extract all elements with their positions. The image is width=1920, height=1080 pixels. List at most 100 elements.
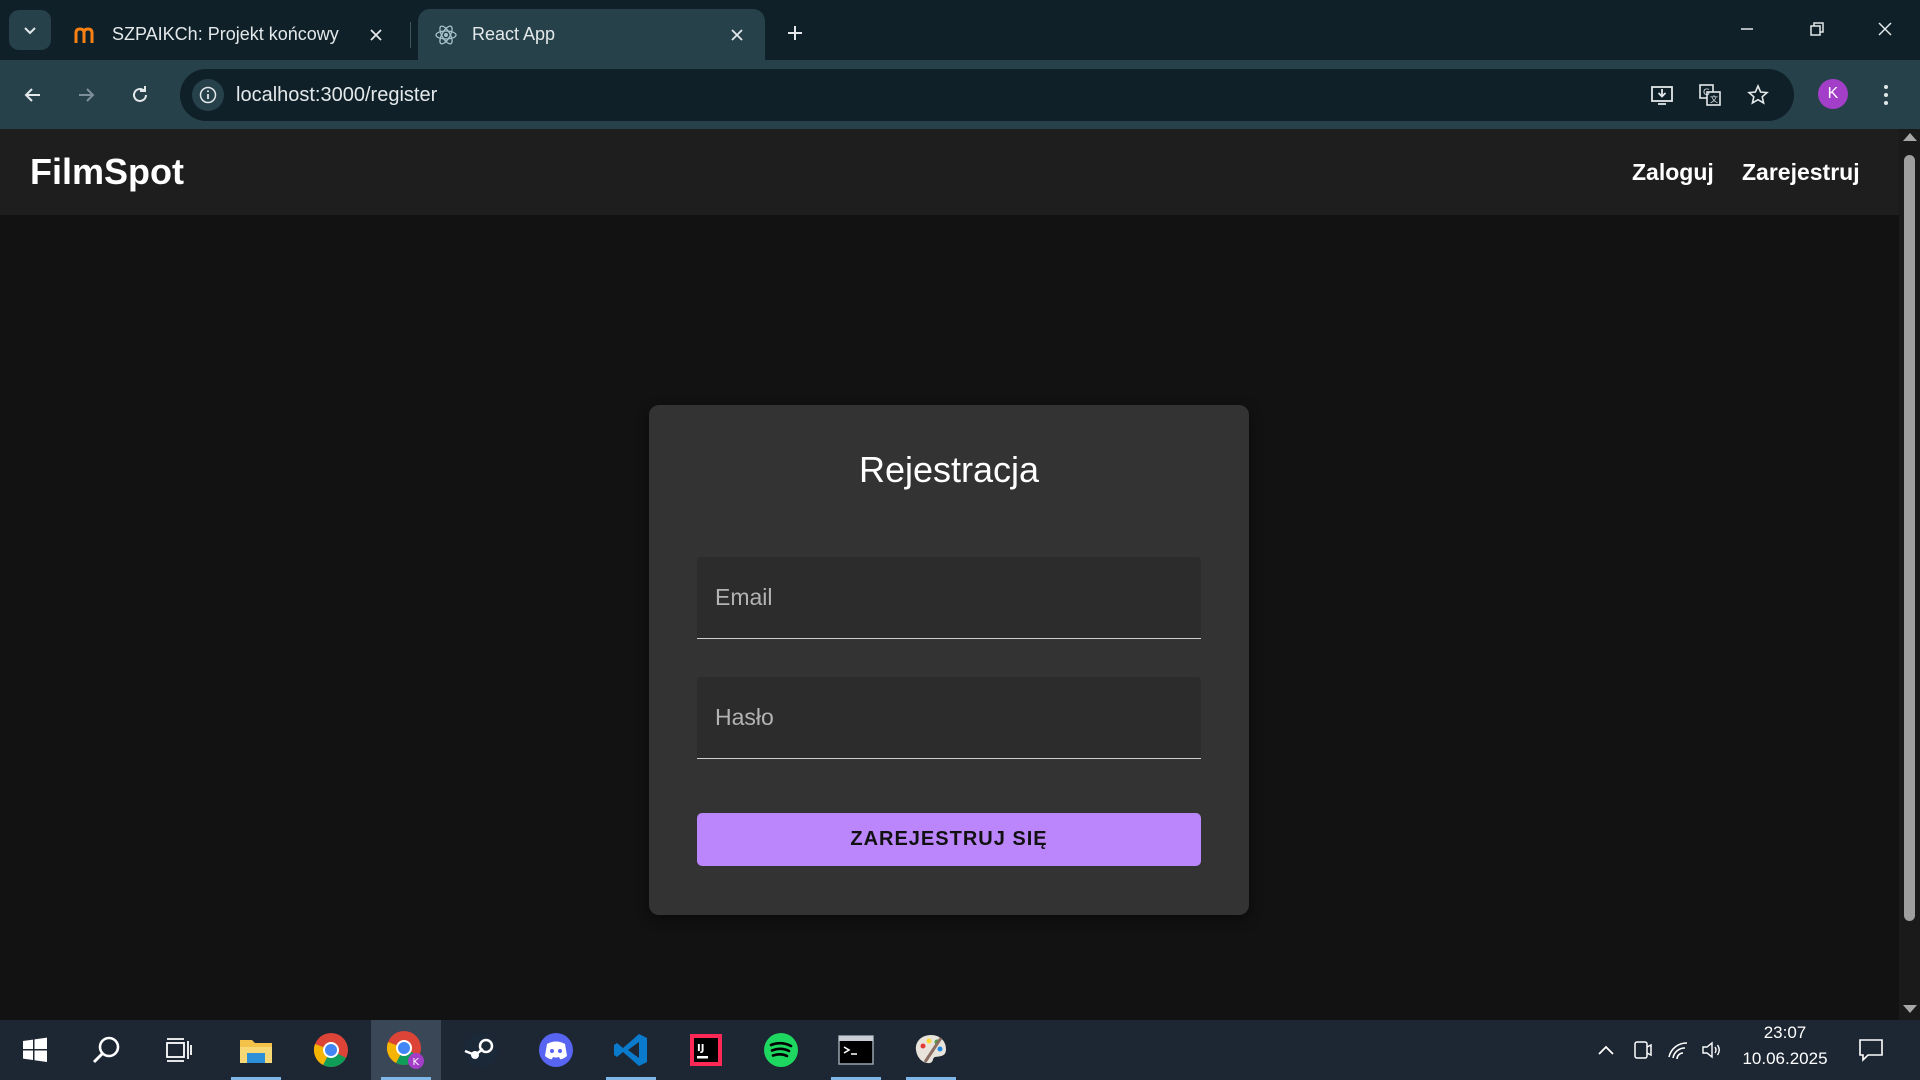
tab-title: React App: [472, 24, 556, 44]
paint-palette-icon: [913, 1032, 949, 1068]
tab-title: SZPAIKCh: Projekt końcowy: [112, 24, 339, 44]
nav-login-link[interactable]: Zaloguj: [1632, 129, 1714, 215]
scrollbar-thumb[interactable]: [1904, 155, 1915, 921]
intellij-icon: IJ: [689, 1033, 723, 1067]
register-submit-button[interactable]: ZAREJESTRUJ SIĘ: [697, 813, 1201, 866]
reload-icon: [130, 85, 150, 105]
notifications-button[interactable]: [1854, 1020, 1888, 1080]
bookmark-button[interactable]: [1742, 79, 1774, 111]
windows-taskbar: K IJ 23:07 10.06.2025: [0, 1020, 1920, 1080]
install-icon: [1650, 84, 1674, 106]
show-hidden-icons-button[interactable]: [1589, 1020, 1623, 1080]
terminal-app[interactable]: [821, 1020, 891, 1080]
clock-time: 23:07: [1763, 1023, 1807, 1042]
translate-button[interactable]: G文: [1694, 79, 1726, 111]
windows-logo-icon: [22, 1037, 48, 1063]
steam-icon: [463, 1032, 499, 1068]
info-icon: [199, 86, 217, 104]
steam-app[interactable]: [446, 1020, 516, 1080]
tab-divider: [410, 22, 411, 48]
folder-icon: [239, 1036, 273, 1064]
restore-icon: [1809, 21, 1825, 37]
close-icon[interactable]: [725, 23, 749, 47]
discord-icon: [538, 1032, 574, 1068]
notification-icon: [1858, 1038, 1884, 1062]
chrome-app[interactable]: [296, 1020, 366, 1080]
spotify-app[interactable]: [746, 1020, 816, 1080]
minimize-icon: [1739, 21, 1755, 37]
wifi-icon: [1667, 1040, 1689, 1060]
minimize-button[interactable]: [1712, 0, 1782, 58]
email-field[interactable]: [697, 557, 1201, 639]
url-text: localhost:3000/register: [236, 84, 438, 106]
start-button[interactable]: [0, 1020, 70, 1080]
meet-now-button[interactable]: [1625, 1020, 1659, 1080]
profile-avatar[interactable]: K: [1818, 79, 1848, 109]
register-card: Rejestracja ZAREJESTRUJ SIĘ: [649, 405, 1249, 915]
password-input[interactable]: [697, 677, 1201, 758]
svg-text:K: K: [413, 1057, 420, 1068]
scroll-up-arrow-icon[interactable]: [1903, 133, 1917, 141]
app-header: FilmSpot Zaloguj Zarejestruj: [0, 129, 1899, 215]
chevron-up-icon: [1597, 1044, 1615, 1056]
star-icon: [1747, 84, 1769, 106]
chevron-down-icon: [22, 22, 38, 38]
plus-icon: [786, 24, 804, 42]
chrome-icon: [313, 1032, 349, 1068]
vscode-icon: [613, 1032, 649, 1068]
close-window-button[interactable]: [1850, 0, 1920, 58]
chrome-profile-icon: K: [386, 1030, 426, 1070]
password-field[interactable]: [697, 677, 1201, 759]
search-icon: [91, 1034, 123, 1066]
paint-app[interactable]: [896, 1020, 966, 1080]
browser-tab-moodle[interactable]: SZPAIKCh: Projekt końcowy: [58, 9, 404, 60]
spotify-icon: [763, 1032, 799, 1068]
restore-button[interactable]: [1782, 0, 1852, 58]
clock-date: 10.06.2025: [1742, 1049, 1828, 1068]
translate-icon: G文: [1698, 83, 1722, 107]
taskbar-search-button[interactable]: [72, 1020, 142, 1080]
browser-menu-button[interactable]: [1870, 75, 1902, 115]
taskbar-clock[interactable]: 23:07 10.06.2025: [1730, 1020, 1840, 1080]
arrow-left-icon: [23, 85, 43, 105]
svg-text:G: G: [1703, 88, 1710, 98]
page-viewport: FilmSpot Zaloguj Zarejestruj Rejestracja…: [0, 129, 1899, 1020]
site-info-button[interactable]: [192, 79, 224, 111]
discord-app[interactable]: [521, 1020, 591, 1080]
scroll-down-arrow-icon[interactable]: [1903, 1005, 1917, 1013]
terminal-icon: [838, 1035, 874, 1065]
register-title: Rejestracja: [858, 449, 1040, 490]
close-icon: [1877, 21, 1893, 37]
chrome-profile-app[interactable]: K: [371, 1020, 441, 1080]
close-icon[interactable]: [364, 23, 388, 47]
vscode-app[interactable]: [596, 1020, 666, 1080]
new-tab-button[interactable]: [778, 16, 812, 50]
file-explorer-app[interactable]: [221, 1020, 291, 1080]
camera-icon: [1632, 1040, 1652, 1060]
task-view-icon: [165, 1037, 193, 1063]
nav-register-link[interactable]: Zarejestruj: [1742, 129, 1860, 215]
svg-text:IJ: IJ: [697, 1043, 704, 1054]
moodle-icon: [74, 25, 98, 45]
task-view-button[interactable]: [144, 1020, 214, 1080]
reload-button[interactable]: [120, 75, 160, 115]
browser-tab-strip: SZPAIKCh: Projekt końcowy React App: [0, 0, 1920, 60]
address-bar[interactable]: localhost:3000/register G文: [180, 69, 1794, 121]
back-button[interactable]: [13, 75, 53, 115]
react-icon: [434, 23, 458, 47]
tab-search-button[interactable]: [9, 10, 51, 50]
browser-toolbar: localhost:3000/register G文 K: [0, 60, 1920, 129]
volume-button[interactable]: [1695, 1020, 1729, 1080]
network-button[interactable]: [1661, 1020, 1695, 1080]
svg-text:文: 文: [1710, 94, 1718, 104]
speaker-icon: [1701, 1040, 1723, 1060]
browser-tab-react-app[interactable]: React App: [418, 9, 765, 60]
more-vertical-icon: [1883, 84, 1889, 106]
brand-logo[interactable]: FilmSpot: [30, 129, 184, 215]
arrow-right-icon: [76, 85, 96, 105]
page-scrollbar[interactable]: [1899, 129, 1920, 1020]
intellij-app[interactable]: IJ: [671, 1020, 741, 1080]
email-input[interactable]: [697, 557, 1201, 638]
install-app-button[interactable]: [1646, 79, 1678, 111]
forward-button[interactable]: [66, 75, 106, 115]
